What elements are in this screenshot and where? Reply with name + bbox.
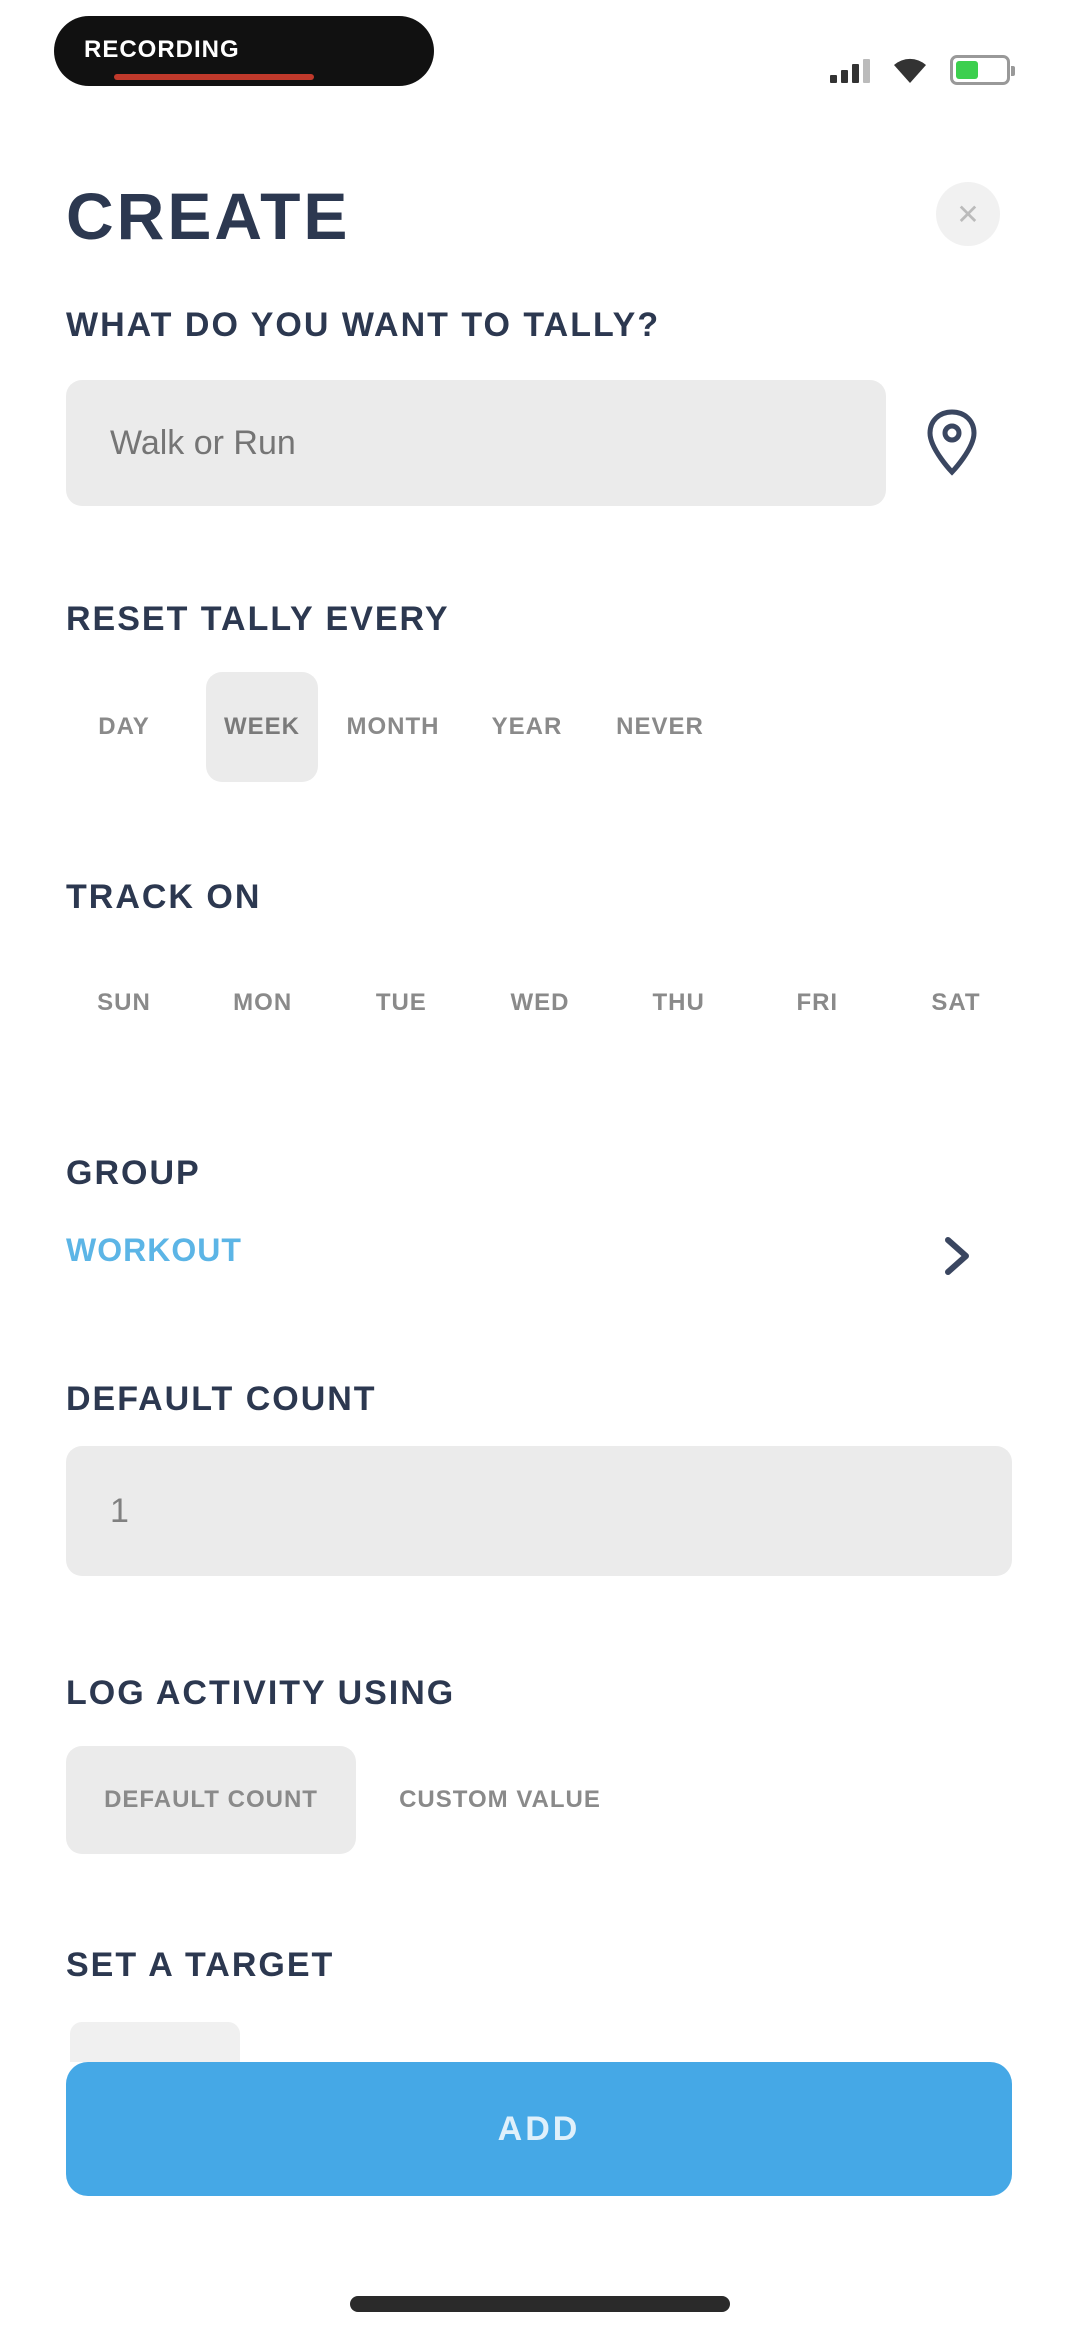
create-tally-screen: RECORDING CREATE ✕ WHAT DO YOU WANT TO T… (0, 0, 1080, 2336)
reset-option-week[interactable]: WEEK (206, 672, 318, 782)
tally-input-field[interactable] (66, 380, 886, 506)
group-label: GROUP (66, 1154, 201, 1192)
reset-option-never[interactable]: NEVER (600, 672, 720, 782)
track-days: SUN MON TUE WED THU FRI SAT (66, 948, 1014, 1058)
wifi-icon (892, 56, 928, 84)
reset-option-year[interactable]: YEAR (472, 672, 582, 782)
log-activity-label: LOG ACTIVITY USING (66, 1674, 456, 1712)
target-label: SET A TARGET (66, 1946, 335, 1984)
recording-accent-bar (114, 74, 314, 80)
target-toggle[interactable] (70, 2022, 240, 2062)
track-day-thu[interactable]: THU (621, 948, 737, 1058)
log-option-default-count[interactable]: DEFAULT COUNT (66, 1746, 356, 1854)
page-title: CREATE (66, 179, 351, 253)
add-button[interactable]: ADD (66, 2062, 1012, 2196)
track-day-wed[interactable]: WED (482, 948, 598, 1058)
recording-label: RECORDING (84, 36, 240, 63)
location-pin-icon[interactable] (924, 408, 980, 478)
reset-label: RESET TALLY EVERY (66, 600, 450, 638)
home-indicator[interactable] (350, 2296, 730, 2312)
reset-options: DAY WEEK MONTH YEAR NEVER (66, 672, 720, 782)
signal-icon (830, 57, 870, 83)
battery-level (956, 61, 978, 79)
screen-recording-indicator[interactable]: RECORDING (54, 16, 434, 86)
close-icon: ✕ (956, 198, 980, 230)
status-bar: RECORDING (0, 0, 1080, 110)
track-day-sun[interactable]: SUN (66, 948, 182, 1058)
track-label: TRACK ON (66, 878, 262, 916)
battery-icon (950, 55, 1015, 85)
reset-option-day[interactable]: DAY (66, 672, 182, 782)
default-count-label: DEFAULT COUNT (66, 1380, 377, 1418)
tally-label: WHAT DO YOU WANT TO TALLY? (66, 306, 661, 344)
default-count-value: 1 (110, 1491, 129, 1530)
close-button[interactable]: ✕ (936, 182, 1000, 246)
track-day-sat[interactable]: SAT (898, 948, 1014, 1058)
track-day-tue[interactable]: TUE (343, 948, 459, 1058)
status-icons (830, 50, 1015, 90)
tally-input[interactable] (110, 423, 886, 463)
chevron-right-icon[interactable] (942, 1234, 972, 1278)
track-day-mon[interactable]: MON (205, 948, 321, 1058)
log-option-custom-value[interactable]: CUSTOM VALUE (380, 1746, 620, 1854)
reset-option-month[interactable]: MONTH (328, 672, 458, 782)
group-value[interactable]: WORKOUT (66, 1232, 242, 1269)
default-count-field[interactable]: 1 (66, 1446, 1012, 1576)
track-day-fri[interactable]: FRI (759, 948, 875, 1058)
